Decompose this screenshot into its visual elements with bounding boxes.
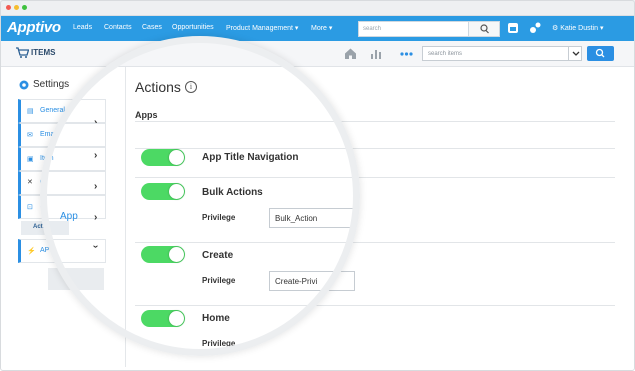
tools-icon: ✕ (27, 179, 33, 186)
item-search-input[interactable]: search items (422, 46, 582, 61)
nav-more-label: More (311, 25, 327, 32)
maximize-dot-icon[interactable] (22, 5, 27, 10)
more-dots-icon[interactable] (399, 46, 414, 61)
email-icon: ✉ (27, 132, 33, 139)
rocket-icon[interactable] (528, 21, 542, 35)
gear-icon (19, 80, 29, 90)
nav-cases[interactable]: Cases (142, 24, 162, 31)
item-search-dropdown[interactable] (568, 46, 582, 61)
minimize-dot-icon[interactable] (14, 5, 19, 10)
magnifier-lens (40, 36, 360, 356)
cart-icon (16, 47, 29, 58)
close-dot-icon[interactable] (6, 5, 11, 10)
app-window: Apptivo Leads Contacts Cases Opportuniti… (0, 0, 635, 371)
sidebar-heading: Settings (33, 79, 70, 90)
global-search-placeholder: search (363, 26, 382, 32)
item-search-placeholder: search items (428, 51, 463, 57)
general-icon: ▤ (27, 108, 34, 115)
chevron-down-icon: ▾ (294, 25, 299, 32)
chevron-down-icon (572, 51, 580, 56)
bar-chart-icon[interactable] (369, 46, 384, 61)
item-icon: ▣ (27, 156, 34, 163)
store-icon[interactable] (506, 21, 520, 35)
home-icon[interactable] (343, 46, 358, 61)
global-search-button[interactable] (468, 21, 500, 37)
app-logo[interactable]: Apptivo (7, 19, 61, 36)
nav-product-management[interactable]: Product Management ▾ (226, 24, 298, 32)
nav-product-management-label: Product Management (226, 25, 293, 32)
item-search-button[interactable] (587, 46, 614, 61)
api-icon: ⚡ (27, 248, 36, 255)
user-name: Katie Dustin (560, 25, 598, 32)
chevron-down-icon: ▾ (599, 25, 604, 32)
nav-opportunities[interactable]: Opportunities (172, 24, 214, 31)
search-icon (480, 24, 489, 34)
user-menu[interactable]: ⚙ Katie Dustin ▾ (552, 24, 603, 32)
nav-contacts[interactable]: Contacts (104, 24, 132, 31)
chevron-down-icon: ▾ (328, 25, 333, 32)
search-icon (595, 48, 605, 58)
lock-icon: ⊡ (27, 204, 33, 211)
nav-more[interactable]: More ▾ (311, 24, 332, 32)
nav-leads[interactable]: Leads (73, 24, 92, 31)
page-title: ITEMS (31, 48, 56, 57)
sidebar-item-general-label: General (40, 107, 65, 114)
gear-icon: ⚙ (552, 25, 559, 32)
browser-chrome (0, 0, 635, 16)
